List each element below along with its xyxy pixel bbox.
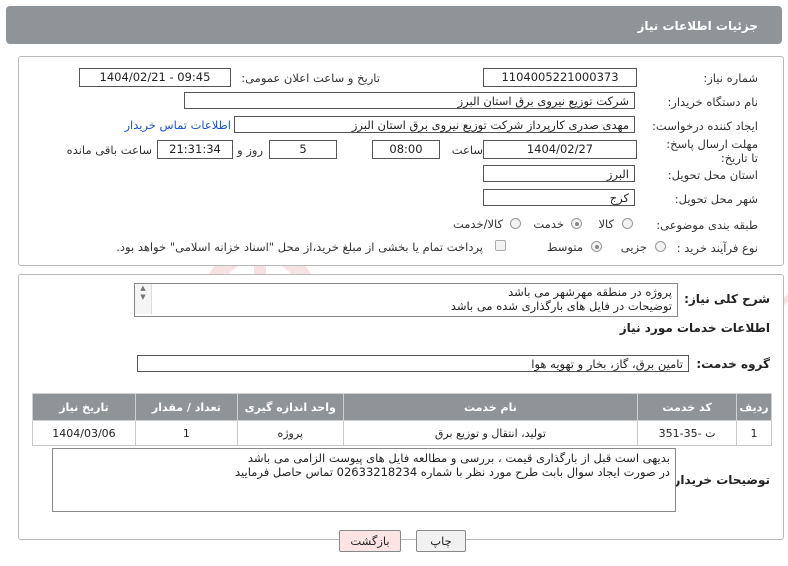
category-goods-service-label: کالا/خدمت — [452, 217, 503, 231]
category-goods-service-radio[interactable] — [510, 218, 521, 229]
category-label: طبقه بندی موضوعی: — [656, 218, 758, 232]
buyer-org-field: شرکت توزیع نیروی برق استان البرز — [184, 92, 635, 109]
page-header: جزئیات اطلاعات نیاز — [6, 6, 782, 44]
announce-datetime-label: تاریخ و ساعت اعلان عمومی: — [241, 71, 380, 85]
col-row-header: ردیف — [736, 393, 772, 421]
buyer-org-label: نام دستگاه خریدار: — [667, 95, 758, 109]
services-section-title: اطلاعات خدمات مورد نیاز — [619, 321, 770, 335]
time-remaining-label: ساعت باقی مانده — [66, 143, 152, 157]
buyer-notes-textarea[interactable]: بدیهی است قبل از بارگذاری قیمت ، بررسی و… — [52, 448, 676, 512]
deadline-time-label: ساعت — [451, 143, 483, 157]
province-field: البرز — [483, 165, 635, 182]
deadline-date-field: 1404/02/27 — [483, 140, 637, 159]
col-code-header: کد خدمت — [637, 393, 738, 421]
service-group-field: تامین برق، گاز، بخار و تهویه هوا — [137, 355, 689, 372]
col-name-header: نام خدمت — [342, 393, 639, 421]
category-service-radio[interactable] — [571, 218, 582, 229]
category-goods-label: کالا — [598, 217, 614, 231]
requester-label: ایجاد کننده درخواست: — [652, 119, 758, 133]
col-unit-header: واحد اندازه گیری — [236, 393, 344, 421]
requester-field: مهدی صدری کارپرداز شرکت توزیع نیروی برق … — [234, 116, 635, 133]
description-line-2: توضیحات در فایل های بارگذاری شده می باشد — [450, 299, 672, 313]
buyer-contact-link[interactable]: اطلاعات تماس خریدار — [124, 118, 231, 132]
col-qty-header: تعداد / مقدار — [134, 393, 238, 421]
city-field: کرج — [483, 189, 635, 206]
description-textarea[interactable]: ▲ ▼ پروژه در منطقه مهرشهر می باشد توضیحات… — [134, 283, 678, 317]
table-row: 1 ت -35-351 تولید، انتقال و توزیع برق پر… — [32, 420, 772, 446]
need-number-field: 1104005221000373 — [483, 68, 637, 87]
need-number-label: شماره نیاز: — [703, 71, 758, 85]
cell-name: تولید، انتقال و توزیع برق — [342, 420, 639, 446]
buyer-notes-line-1: بدیهی است قبل از بارگذاری قیمت ، بررسی و… — [247, 451, 670, 465]
category-service-label: خدمت — [533, 217, 564, 231]
description-line-1: پروژه در منطقه مهرشهر می باشد — [508, 285, 672, 299]
print-button[interactable]: چاپ — [416, 530, 466, 552]
cell-qty: 1 — [134, 420, 238, 446]
process-medium-radio[interactable] — [591, 241, 602, 252]
process-type-label: نوع فرآیند خرید : — [676, 241, 758, 255]
cell-code: ت -35-351 — [637, 420, 738, 446]
time-remaining-field: 21:31:34 — [157, 140, 233, 159]
description-label: شرح کلی نیاز: — [684, 292, 770, 306]
announce-datetime-field: 1404/02/21 - 09:45 — [79, 68, 231, 87]
process-medium-label: متوسط — [546, 240, 583, 254]
province-label: استان محل تحویل: — [667, 168, 758, 182]
deadline-time-field: 08:00 — [372, 140, 440, 159]
col-date-header: تاریخ نیاز — [32, 393, 136, 421]
cell-date: 1404/03/06 — [32, 420, 136, 446]
back-button[interactable]: بازگشت — [339, 530, 401, 552]
service-group-label: گروه خدمت: — [696, 357, 770, 371]
services-table: ردیف کد خدمت نام خدمت واحد اندازه گیری ت… — [32, 393, 772, 446]
page-title: جزئیات اطلاعات نیاز — [637, 19, 758, 33]
description-scrollbar[interactable]: ▲ ▼ — [135, 284, 152, 314]
process-minor-label: جزیی — [620, 240, 647, 254]
process-minor-radio[interactable] — [655, 241, 666, 252]
treasury-payment-note: پرداخت تمام یا بخشی از مبلغ خرید،از محل … — [116, 240, 483, 254]
category-goods-radio[interactable] — [622, 218, 633, 229]
city-label: شهر محل تحویل: — [674, 192, 758, 206]
days-remaining-field: 5 — [269, 140, 337, 159]
buyer-notes-line-2: در صورت ایجاد سوال بابت طرح مورد نظر با … — [235, 465, 670, 479]
buyer-notes-label: توضیحات خریدار: — [668, 473, 770, 487]
days-label: روز و — [237, 143, 263, 157]
services-table-header: ردیف کد خدمت نام خدمت واحد اندازه گیری ت… — [32, 393, 772, 421]
deadline-label: مهلت ارسال پاسخ: تا تاریخ: — [666, 137, 758, 165]
treasury-payment-checkbox[interactable] — [495, 240, 506, 251]
cell-unit: پروژه — [236, 420, 344, 446]
cell-row: 1 — [736, 420, 772, 446]
